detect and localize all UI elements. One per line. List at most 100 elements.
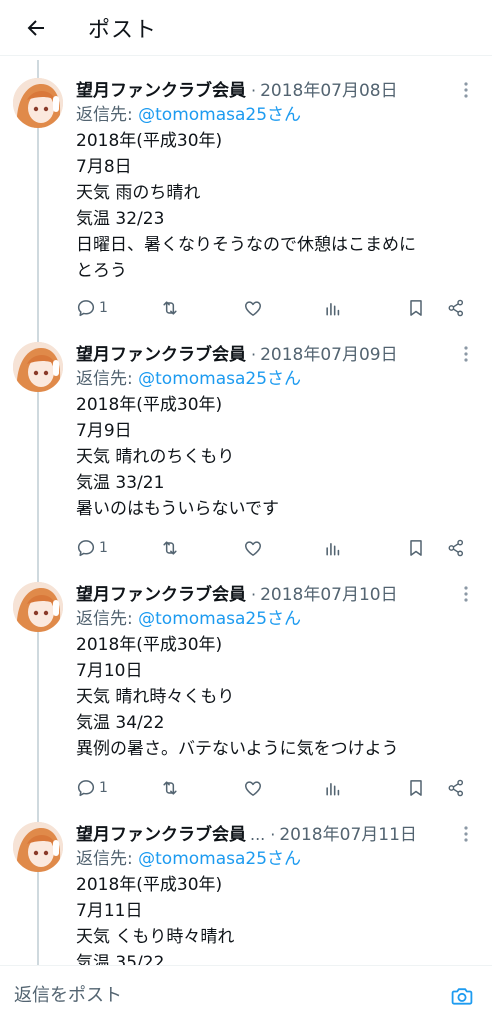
avatar[interactable] — [13, 822, 63, 872]
bookmark-button[interactable] — [406, 536, 426, 560]
camera-icon — [451, 988, 473, 1005]
share-button[interactable] — [446, 776, 466, 800]
repost-button[interactable] — [160, 296, 180, 320]
bookmark-icon — [410, 780, 422, 796]
heart-icon — [245, 541, 261, 556]
post-actions: 1 — [76, 776, 476, 800]
reply-count: 1 — [99, 780, 108, 796]
camera-button[interactable] — [448, 982, 476, 1010]
post-text-line: 2018年(平成30年) — [76, 875, 223, 895]
separator-dot: · — [251, 345, 257, 364]
more-options-button[interactable] — [458, 80, 474, 100]
post-date[interactable]: 2018年07月08日 — [260, 76, 398, 101]
separator-dot: · — [251, 585, 257, 604]
post-actions: 1 — [76, 296, 476, 320]
post-text-line: 天気 雨のち晴れ — [76, 183, 201, 203]
reply-button[interactable]: 1 — [76, 776, 108, 800]
reply-prefix: 返信先: — [76, 105, 139, 125]
post-date[interactable]: 2018年07月11日 — [279, 820, 417, 845]
more-options-button[interactable] — [458, 584, 474, 604]
more-vertical-icon — [464, 586, 468, 602]
author-name[interactable]: 望月ファンクラブ会員 — [76, 580, 246, 605]
avatar[interactable] — [13, 342, 63, 392]
author-name[interactable]: 望月ファンクラブ会員 — [76, 340, 246, 365]
avatar[interactable] — [13, 582, 63, 632]
post-header: 望月ファンクラブ会員 ... · 2018年07月11日 — [76, 820, 474, 846]
post-text-line: 暑いのはもういらないです — [76, 499, 279, 519]
post-text-line: 気温 35/22 — [76, 953, 165, 965]
share-button[interactable] — [446, 536, 466, 560]
heart-icon — [245, 301, 261, 316]
reply-to: 返信先: @tomomasa25さん — [76, 102, 474, 128]
post-actions: 1 — [76, 536, 476, 560]
post-text-line: 天気 くもり時々晴れ — [76, 927, 235, 947]
reply-to: 返信先: @tomomasa25さん — [76, 846, 474, 872]
heart-icon — [245, 781, 261, 796]
share-icon — [448, 779, 464, 797]
share-button[interactable] — [446, 296, 466, 320]
reply-to: 返信先: @tomomasa25さん — [76, 606, 474, 632]
post-text-line: 7月10日 — [76, 661, 143, 681]
reply-prefix: 返信先: — [76, 849, 139, 869]
views-button[interactable] — [323, 776, 343, 800]
post-header: 望月ファンクラブ会員 · 2018年07月10日 — [76, 580, 474, 606]
separator-dot: · — [251, 81, 257, 100]
avatar[interactable] — [13, 78, 63, 128]
reply-button[interactable]: 1 — [76, 296, 108, 320]
post-text-line: 天気 晴れのちくもり — [76, 447, 235, 467]
post-body: 望月ファンクラブ会員 ... · 2018年07月11日 返信先: @tomom… — [76, 820, 474, 965]
reply-prefix: 返信先: — [76, 369, 139, 389]
reply-icon — [77, 300, 95, 317]
views-button[interactable] — [323, 296, 343, 320]
reply-input[interactable] — [14, 980, 434, 1010]
thread: 望月ファンクラブ会員 · 2018年07月08日 返信先: @tomomasa2… — [0, 60, 492, 965]
author-ellipsis: ... — [250, 825, 266, 844]
more-vertical-icon — [464, 346, 468, 362]
back-button[interactable] — [18, 10, 54, 46]
post-text-line: 気温 33/21 — [76, 473, 165, 493]
author-name[interactable]: 望月ファンクラブ会員 — [76, 820, 246, 845]
reply-handle-link[interactable]: @tomomasa25さん — [138, 849, 301, 869]
like-button[interactable] — [243, 296, 263, 320]
post-text-line: 2018年(平成30年) — [76, 131, 223, 151]
post-text-line: 2018年(平成30年) — [76, 395, 223, 415]
more-options-button[interactable] — [458, 824, 474, 844]
post-text-line: 天気 晴れ時々くもり — [76, 687, 235, 707]
post-body: 望月ファンクラブ会員 · 2018年07月08日 返信先: @tomomasa2… — [76, 76, 474, 284]
top-bar: ポスト — [0, 0, 492, 56]
reply-to: 返信先: @tomomasa25さん — [76, 366, 474, 392]
post-text-line: 7月9日 — [76, 421, 132, 441]
reply-handle-link[interactable]: @tomomasa25さん — [138, 609, 301, 629]
post-text-line: 日曜日、暑くなりそうなので休憩はこまめに — [76, 235, 416, 255]
separator-dot: · — [270, 825, 276, 844]
like-button[interactable] — [243, 776, 263, 800]
post-body: 望月ファンクラブ会員 · 2018年07月10日 返信先: @tomomasa2… — [76, 580, 474, 762]
more-options-button[interactable] — [458, 344, 474, 364]
reply-button[interactable]: 1 — [76, 536, 108, 560]
bookmark-icon — [410, 300, 422, 316]
reply-handle-link[interactable]: @tomomasa25さん — [138, 369, 301, 389]
analytics-icon — [326, 303, 340, 316]
more-vertical-icon — [464, 826, 468, 842]
reply-composer — [0, 965, 492, 1024]
post-date[interactable]: 2018年07月09日 — [260, 340, 398, 365]
share-icon — [448, 539, 464, 557]
page-title: ポスト — [88, 17, 158, 43]
views-button[interactable] — [323, 536, 343, 560]
arrow-left-icon — [27, 19, 44, 36]
reply-prefix: 返信先: — [76, 609, 139, 629]
post-body: 望月ファンクラブ会員 · 2018年07月09日 返信先: @tomomasa2… — [76, 340, 474, 522]
like-button[interactable] — [243, 536, 263, 560]
repost-button[interactable] — [160, 776, 180, 800]
bookmark-button[interactable] — [406, 776, 426, 800]
reply-icon — [77, 540, 95, 557]
post-date[interactable]: 2018年07月10日 — [260, 580, 398, 605]
reply-handle-link[interactable]: @tomomasa25さん — [138, 105, 301, 125]
reply-count: 1 — [99, 300, 108, 316]
post-text-line: 異例の暑さ。バテないように気をつけよう — [76, 739, 399, 759]
post-text-line: 2018年(平成30年) — [76, 635, 223, 655]
author-name[interactable]: 望月ファンクラブ会員 — [76, 76, 246, 101]
post-text-line: とろう — [76, 261, 127, 281]
repost-button[interactable] — [160, 536, 180, 560]
bookmark-button[interactable] — [406, 296, 426, 320]
